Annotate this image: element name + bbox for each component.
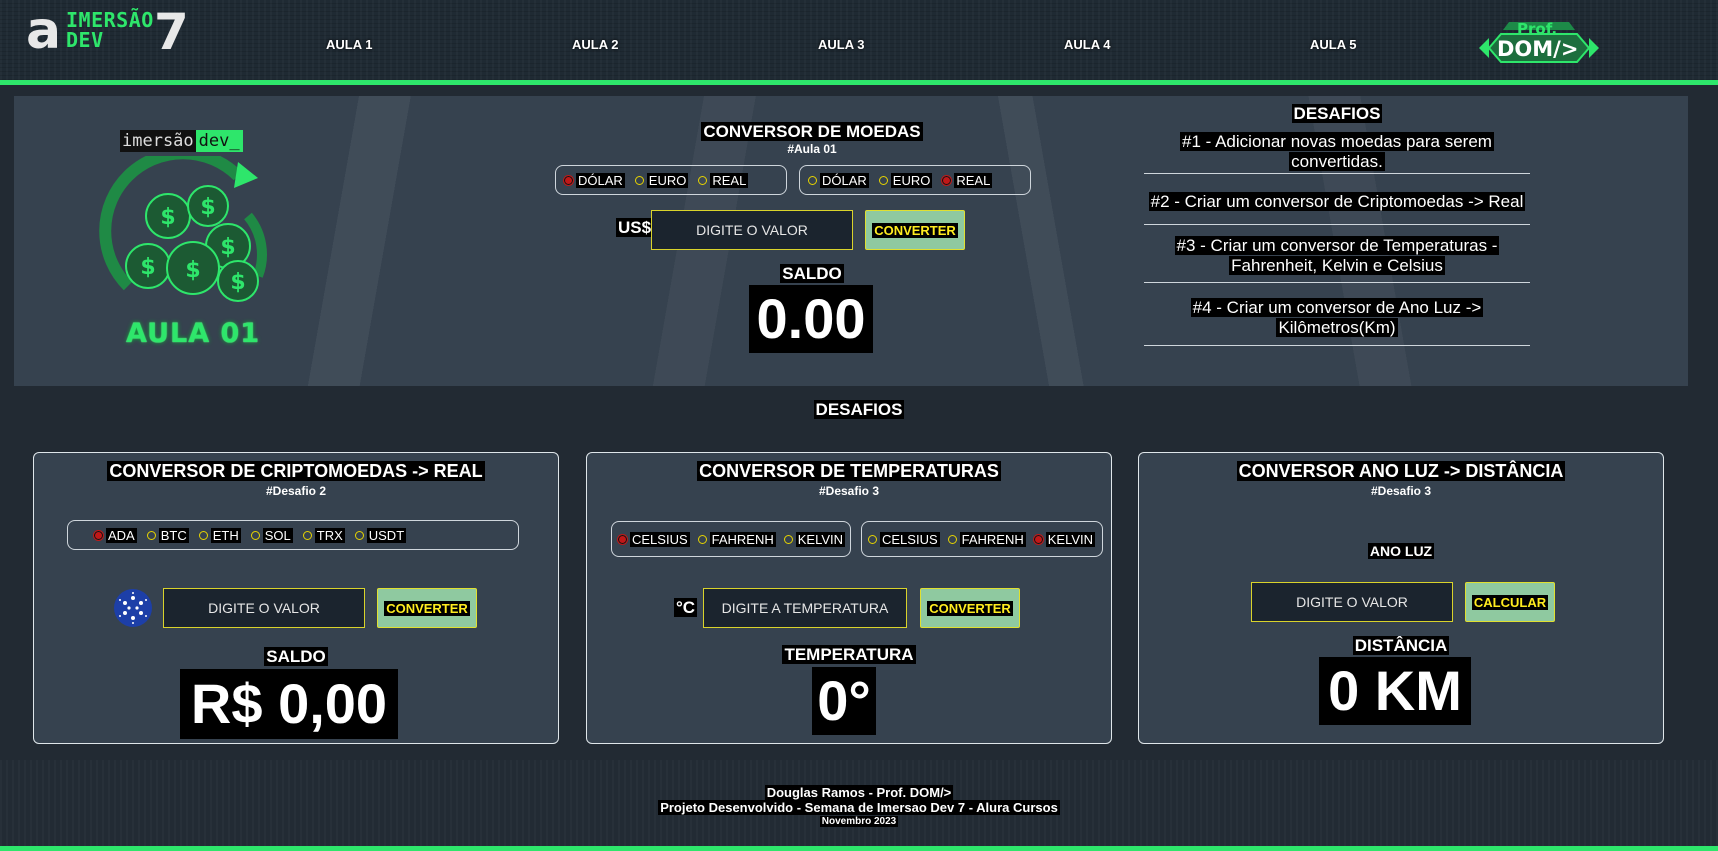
- temperature-result-label: TEMPERATURA: [782, 645, 916, 664]
- temperature-converter-card: CONVERSOR DE TEMPERATURAS #Desafio 3 CEL…: [586, 452, 1112, 744]
- radio-eth[interactable]: ETH: [198, 527, 241, 543]
- radio-from-dolar[interactable]: DÓLAR: [563, 172, 625, 188]
- crypto-options-group: ADA BTC ETH SOL TRX USDT: [67, 520, 519, 550]
- challenge-item-4: #4 - Criar um conversor de Ano Luz -> Ki…: [1144, 298, 1530, 346]
- nav-aula-5[interactable]: AULA 5: [1310, 37, 1356, 52]
- svg-text:$: $: [200, 195, 215, 220]
- temperature-unit-symbol: °C: [674, 598, 698, 617]
- lightyear-converter-card: CONVERSOR ANO LUZ -> DISTÂNCIA #Desafio …: [1138, 452, 1664, 744]
- svg-text:$: $: [160, 205, 175, 230]
- converter-subtitle: #Aula 01: [787, 142, 837, 156]
- converter-title: CONVERSOR DE MOEDAS: [701, 122, 923, 141]
- crypto-saldo-value: R$ 0,00: [180, 669, 398, 739]
- nav-aula-2[interactable]: AULA 2: [572, 37, 618, 52]
- saldo-label: SALDO: [780, 264, 844, 283]
- radio-to-kelvin[interactable]: KELVIN: [1032, 531, 1096, 547]
- site-header: a IMERSÃO DEV 7 AULA 1 AULA 2 AULA 3 AUL…: [0, 0, 1718, 85]
- from-currency-group: DÓLAR EURO REAL: [555, 165, 787, 195]
- calculate-button[interactable]: CALCULAR: [1465, 582, 1555, 622]
- distance-label: DISTÂNCIA: [1352, 636, 1450, 655]
- lightyear-input[interactable]: DIGITE O VALOR: [1251, 582, 1453, 622]
- radio-from-celsius[interactable]: CELSIUS: [617, 531, 690, 547]
- crypto-saldo-label: SALDO: [264, 647, 328, 666]
- lightyear-title: CONVERSOR ANO LUZ -> DISTÂNCIA: [1236, 461, 1566, 481]
- logo-text: IMERSÃO DEV: [66, 8, 154, 52]
- svg-text:$: $: [230, 270, 245, 295]
- temperature-convert-button[interactable]: CONVERTER: [920, 588, 1020, 628]
- currency-converter: CONVERSOR DE MOEDAS #Aula 01 DÓLAR EURO …: [554, 96, 1070, 386]
- radio-from-euro[interactable]: EURO: [634, 172, 689, 188]
- radio-from-fahrenheit[interactable]: FAHRENH: [697, 531, 776, 547]
- svg-text:$: $: [185, 258, 200, 283]
- nav-aula-1[interactable]: AULA 1: [326, 37, 372, 52]
- crypto-value-input[interactable]: DIGITE O VALOR: [163, 588, 365, 628]
- radio-to-real[interactable]: REAL: [941, 172, 993, 188]
- crypto-subtitle: #Desafio 2: [265, 484, 327, 498]
- from-temperature-group: CELSIUS FAHRENH KELVIN: [611, 521, 851, 557]
- radio-to-euro[interactable]: EURO: [878, 172, 933, 188]
- radio-btc[interactable]: BTC: [146, 527, 189, 543]
- svg-text:$: $: [220, 235, 235, 260]
- radio-usdt[interactable]: USDT: [354, 527, 407, 543]
- crypto-title: CONVERSOR DE CRIPTOMOEDAS -> REAL: [107, 461, 485, 481]
- alura-logo-icon: a: [26, 1, 62, 61]
- temperature-title: CONVERSOR DE TEMPERATURAS: [697, 461, 1001, 481]
- challenge-item-2: #2 - Criar um conversor de Criptomoedas …: [1144, 180, 1530, 225]
- challenge-item-3: #3 - Criar um conversor de Temperaturas …: [1144, 236, 1530, 283]
- radio-trx[interactable]: TRX: [302, 527, 345, 543]
- svg-text:$: $: [140, 255, 155, 280]
- value-input[interactable]: DIGITE O VALOR: [651, 210, 853, 250]
- imersao-dev-tag: imersão dev_: [120, 130, 243, 152]
- distance-value: 0 KM: [1319, 657, 1471, 725]
- crypto-convert-button[interactable]: CONVERTER: [377, 588, 477, 628]
- logo-number: 7: [154, 3, 189, 61]
- lightyear-subtitle: #Desafio 3: [1370, 484, 1432, 498]
- radio-to-dolar[interactable]: DÓLAR: [808, 172, 869, 188]
- cardano-icon: [114, 589, 152, 627]
- radio-ada[interactable]: ADA: [93, 527, 137, 543]
- footer-author: Douglas Ramos - Prof. DOM/>: [764, 785, 954, 800]
- coins-illustration-icon: $ $$ $ $ $: [99, 156, 267, 302]
- radio-to-celsius[interactable]: CELSIUS: [868, 531, 940, 547]
- temperature-subtitle: #Desafio 3: [818, 484, 880, 498]
- nav-aula-4[interactable]: AULA 4: [1064, 37, 1110, 52]
- convert-button[interactable]: CONVERTER: [865, 210, 965, 250]
- to-currency-group: DÓLAR EURO REAL: [799, 165, 1031, 195]
- radio-sol[interactable]: SOL: [250, 527, 293, 543]
- hero-section: imersão dev_ $ $ $ $ $ $ AULA 01 CONVERSOR DE…: [14, 96, 1688, 386]
- temperature-result-value: 0°: [812, 667, 876, 735]
- lightyear-input-label: ANO LUZ: [1367, 543, 1435, 559]
- aula-badge: AULA 01: [126, 318, 261, 349]
- to-temperature-group: CELSIUS FAHRENH KELVIN: [861, 521, 1103, 557]
- challenges-title: DESAFIOS: [1291, 104, 1383, 123]
- footer-project: Projeto Desenvolvido - Semana de Imersao…: [658, 800, 1060, 815]
- currency-symbol: US$: [616, 218, 654, 237]
- footer-date: Novembro 2023: [819, 816, 899, 827]
- prof-dom-badge[interactable]: Prof. DOM/>: [1479, 20, 1599, 66]
- nav-aula-3[interactable]: AULA 3: [818, 37, 864, 52]
- temperature-input[interactable]: DIGITE A TEMPERATURA: [703, 588, 907, 628]
- saldo-value: 0.00: [749, 285, 873, 353]
- challenge-item-1: #1 - Adicionar novas moedas para serem c…: [1144, 132, 1530, 174]
- radio-to-fahrenheit[interactable]: FAHRENH: [947, 531, 1026, 547]
- desafios-title: DESAFIOS: [813, 400, 905, 419]
- radio-from-kelvin[interactable]: KELVIN: [783, 531, 846, 547]
- radio-from-real[interactable]: REAL: [698, 172, 749, 188]
- site-footer: Douglas Ramos - Prof. DOM/> Projeto Dese…: [0, 760, 1718, 851]
- crypto-converter-card: CONVERSOR DE CRIPTOMOEDAS -> REAL #Desaf…: [33, 452, 559, 744]
